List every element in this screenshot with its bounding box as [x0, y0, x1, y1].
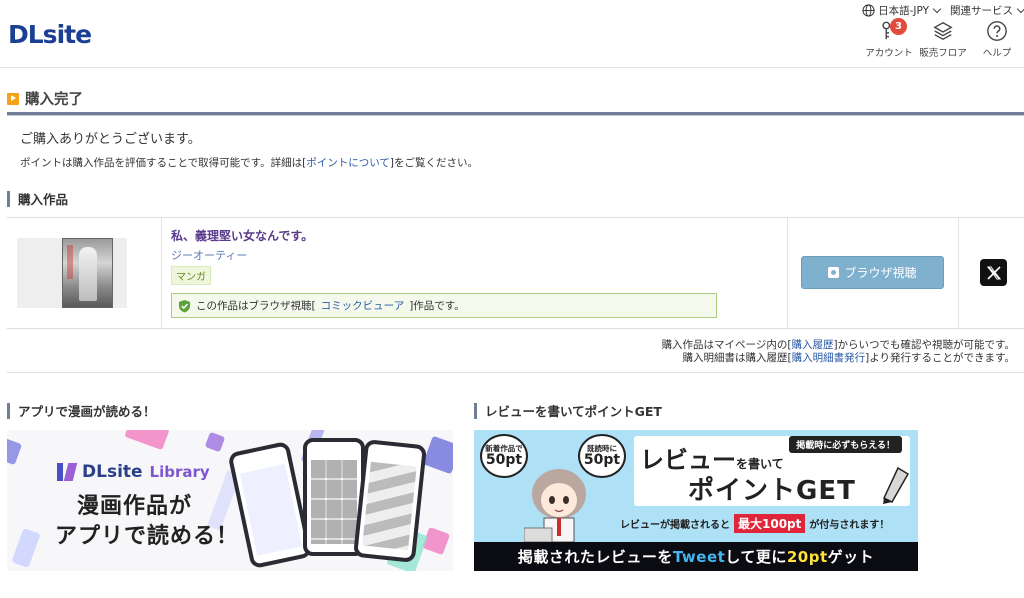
section-divider	[7, 372, 1024, 373]
language-label: 日本語-JPY	[878, 5, 929, 17]
related-services-menu[interactable]: 関連サービス	[950, 3, 1024, 18]
review-heading: レビューを書いてポイントGET	[474, 401, 662, 420]
comic-viewer-link[interactable]: コミックビューア	[321, 298, 405, 313]
point-info-link[interactable]: ポイントについて	[306, 157, 390, 169]
review-heading-text: レビューを書いてポイントGET	[485, 404, 662, 419]
point-note-before: ポイントは購入作品を評価することで取得可能です。詳細は[	[20, 157, 307, 169]
note2-after: ]より発行することができます。	[865, 352, 1015, 364]
decor-shape	[422, 435, 453, 475]
cover-image	[62, 238, 113, 308]
new-work-bubble: 新着作品で 50pt	[480, 434, 528, 478]
top-menu: 日本語-JPY 関連サービス	[862, 3, 1024, 18]
decor-shape	[11, 528, 41, 568]
decor-shape	[7, 436, 23, 466]
bubble1-big: 50pt	[485, 451, 523, 468]
banner-line2: アプリで読める！	[55, 524, 240, 549]
chevron-down-icon	[932, 4, 942, 14]
genre-tag[interactable]: マンガ	[171, 266, 211, 285]
review-subline: レビューが掲載されると 最大100pt が付与されます！	[620, 514, 889, 533]
layers-icon	[933, 21, 953, 41]
nav-label: ヘルプ	[982, 48, 1012, 59]
nav-label: 販売フロア	[919, 48, 967, 59]
sub-after: が付与されます！	[809, 520, 890, 531]
page-title: 購入完了	[7, 88, 83, 109]
tweet-bonus-strip: 掲載されたレビューを Tweet して更に 20pt ゲット	[474, 542, 918, 571]
review-point-banner[interactable]: 新着作品で 50pt 既読時に 50pt 掲載時に必ずもらえる！ レビューを書い…	[474, 430, 918, 571]
share-cell	[959, 218, 1024, 328]
purchased-table: 私、義理堅い女なんです。 ジーオーティー マンガ この作品はブラウザ視聴[ コミッ…	[7, 217, 1024, 329]
character-illustration	[524, 469, 586, 542]
globe-icon	[862, 4, 875, 17]
site-header: DLsite 日本語-JPY 関連サービス 3 アカウント 販売フロア ヘルプ	[0, 0, 1024, 68]
receipt-note: 購入明細書は購入履歴[購入明細書発行]より発行することができます。	[683, 350, 1015, 365]
always-get-tag: 掲載時に必ずもらえる！	[789, 436, 902, 453]
browser-view-button[interactable]: ブラウザ視聴	[801, 256, 944, 289]
account-badge: 3	[890, 18, 907, 35]
pen-icon	[883, 466, 910, 504]
sub-before: レビューが掲載されると	[620, 520, 730, 531]
review-headline-2: ポイントGET	[688, 476, 856, 506]
library-logo-main: DLsite	[82, 462, 143, 482]
library-mark-icon	[57, 463, 77, 481]
point-note: ポイントは購入作品を評価することで取得可能です。詳細は[ポイントについて]をご覧…	[20, 155, 478, 170]
receipt-issue-link[interactable]: 購入明細書発行	[792, 352, 866, 364]
title-divider	[7, 112, 1024, 116]
library-logo-sub: Library	[149, 463, 210, 481]
max-points-highlight: 最大100pt	[734, 514, 806, 533]
bottom-tweet: Tweet	[672, 547, 726, 566]
bottom-after: ゲット	[827, 548, 875, 566]
dlsite-library-logo: DLsite Library	[57, 462, 210, 482]
browser-view-notice: この作品はブラウザ視聴[ コミックビューア ]作品です。	[171, 293, 717, 318]
x-icon	[986, 265, 1001, 280]
work-thumbnail[interactable]	[17, 238, 127, 308]
app-heading-text: アプリで漫画が読める！	[18, 404, 156, 419]
note2-before: 購入明細書は購入履歴[	[682, 352, 792, 364]
head1-small: を書いて	[736, 457, 784, 471]
icon-nav: 3 アカウント 販売フロア ヘルプ	[862, 18, 1024, 59]
dlsite-library-banner[interactable]: DLsite Library 漫画作品が アプリで読める！	[7, 430, 453, 571]
work-title-link[interactable]: 私、義理堅い女なんです。	[171, 227, 313, 244]
nav-sales-floor[interactable]: 販売フロア	[916, 20, 970, 59]
language-selector[interactable]: 日本語-JPY	[862, 3, 942, 18]
play-square-icon	[7, 92, 19, 105]
x-share-button[interactable]	[980, 259, 1007, 286]
help-icon	[987, 21, 1007, 41]
nav-help[interactable]: ヘルプ	[970, 20, 1024, 59]
phone-mockup	[227, 440, 313, 570]
bottom-points: 20pt	[786, 547, 828, 566]
phone-screen	[362, 461, 417, 551]
phone-mockup	[353, 439, 427, 563]
nav-account[interactable]: 3 アカウント	[862, 18, 916, 59]
thanks-message: ご購入ありがとうございます。	[20, 132, 201, 147]
page-title-text: 購入完了	[25, 92, 83, 108]
app-heading: アプリで漫画が読める！	[7, 401, 156, 420]
chevron-down-icon	[1016, 4, 1024, 14]
decor-shape	[124, 430, 170, 451]
bottom-mid: して更に	[725, 548, 787, 566]
point-note-after: ]をご覧ください。	[389, 157, 479, 169]
banner-line1: 漫画作品が	[77, 494, 193, 519]
browser-view-label: ブラウザ視聴	[844, 266, 917, 280]
nav-label: アカウント	[865, 48, 913, 59]
bottom-before: 掲載されたレビューを	[517, 548, 673, 566]
viewer-icon	[828, 267, 840, 278]
purchased-heading: 購入作品	[7, 189, 68, 208]
notice-after: ]作品です。	[409, 300, 465, 312]
shield-check-icon	[178, 299, 191, 312]
notice-before: この作品はブラウザ視聴[	[196, 300, 316, 312]
phone-screen	[239, 464, 303, 556]
dlsite-logo[interactable]: DLsite	[8, 20, 92, 49]
phone-screen	[311, 460, 357, 544]
circle-link[interactable]: ジーオーティー	[171, 247, 247, 263]
thumbnail-cell	[7, 218, 162, 328]
purchased-heading-text: 購入作品	[18, 192, 69, 207]
action-cell: ブラウザ視聴	[788, 218, 959, 328]
related-services-label: 関連サービス	[950, 5, 1013, 17]
decor-shape	[204, 431, 226, 453]
work-info-cell: 私、義理堅い女なんです。 ジーオーティー マンガ この作品はブラウザ視聴[ コミッ…	[162, 218, 788, 328]
